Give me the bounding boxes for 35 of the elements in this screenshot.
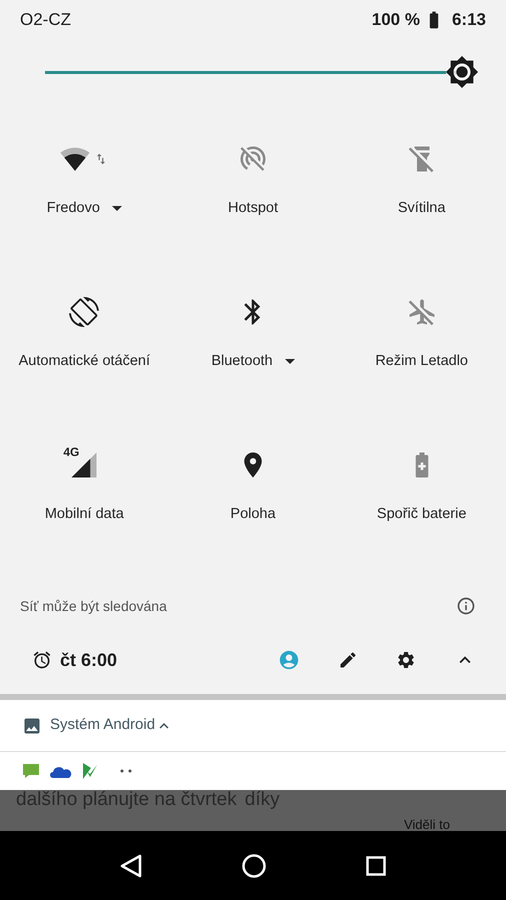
image-icon [22, 716, 42, 736]
chat-icon [22, 763, 40, 779]
battery-percent: 100 % [372, 9, 420, 32]
network-monitoring-notice: Síť může být sledována [20, 596, 167, 616]
recents-icon[interactable] [366, 856, 386, 876]
home-icon[interactable] [242, 854, 266, 878]
tile-label[interactable]: Hotspot [228, 198, 278, 220]
carrier-name: O2-CZ [20, 9, 71, 32]
alarm-clock-icon [32, 650, 52, 670]
network-type-label: 4G [63, 446, 80, 458]
user-icon[interactable] [278, 649, 300, 671]
brightness-slider[interactable] [45, 55, 478, 89]
check-icon [82, 762, 98, 780]
next-alarm[interactable]: čt 6:00 [60, 646, 118, 674]
info-icon[interactable] [456, 596, 476, 616]
clock: 6:13 [452, 9, 486, 32]
tile-label[interactable]: Fredovo [46, 198, 122, 220]
notification-app-name: Systém Android [50, 715, 156, 736]
tile-label[interactable]: Režim Letadlo [375, 351, 468, 373]
more-dots-icon [120, 769, 132, 773]
tile-label[interactable]: Mobilní data [44, 504, 124, 526]
cloud-icon [50, 764, 72, 778]
tile-label[interactable]: Svítilna [398, 198, 446, 220]
dropdown-caret-icon [112, 206, 122, 212]
brightness-thumb-icon[interactable] [445, 55, 479, 89]
tile-label[interactable]: Poloha [230, 504, 276, 526]
settings-icon[interactable] [396, 650, 416, 670]
notification-card[interactable]: Systém Android [0, 700, 506, 790]
dropdown-caret-icon [284, 359, 295, 364]
edit-icon[interactable] [338, 650, 358, 670]
tile-label[interactable]: Bluetooth [211, 351, 295, 373]
seen-by-label: Viděli to [404, 816, 450, 831]
tile-label[interactable]: Spořič baterie [376, 504, 466, 526]
tile-label[interactable]: Automatické otáčení [18, 351, 150, 373]
back-icon[interactable] [120, 854, 142, 878]
